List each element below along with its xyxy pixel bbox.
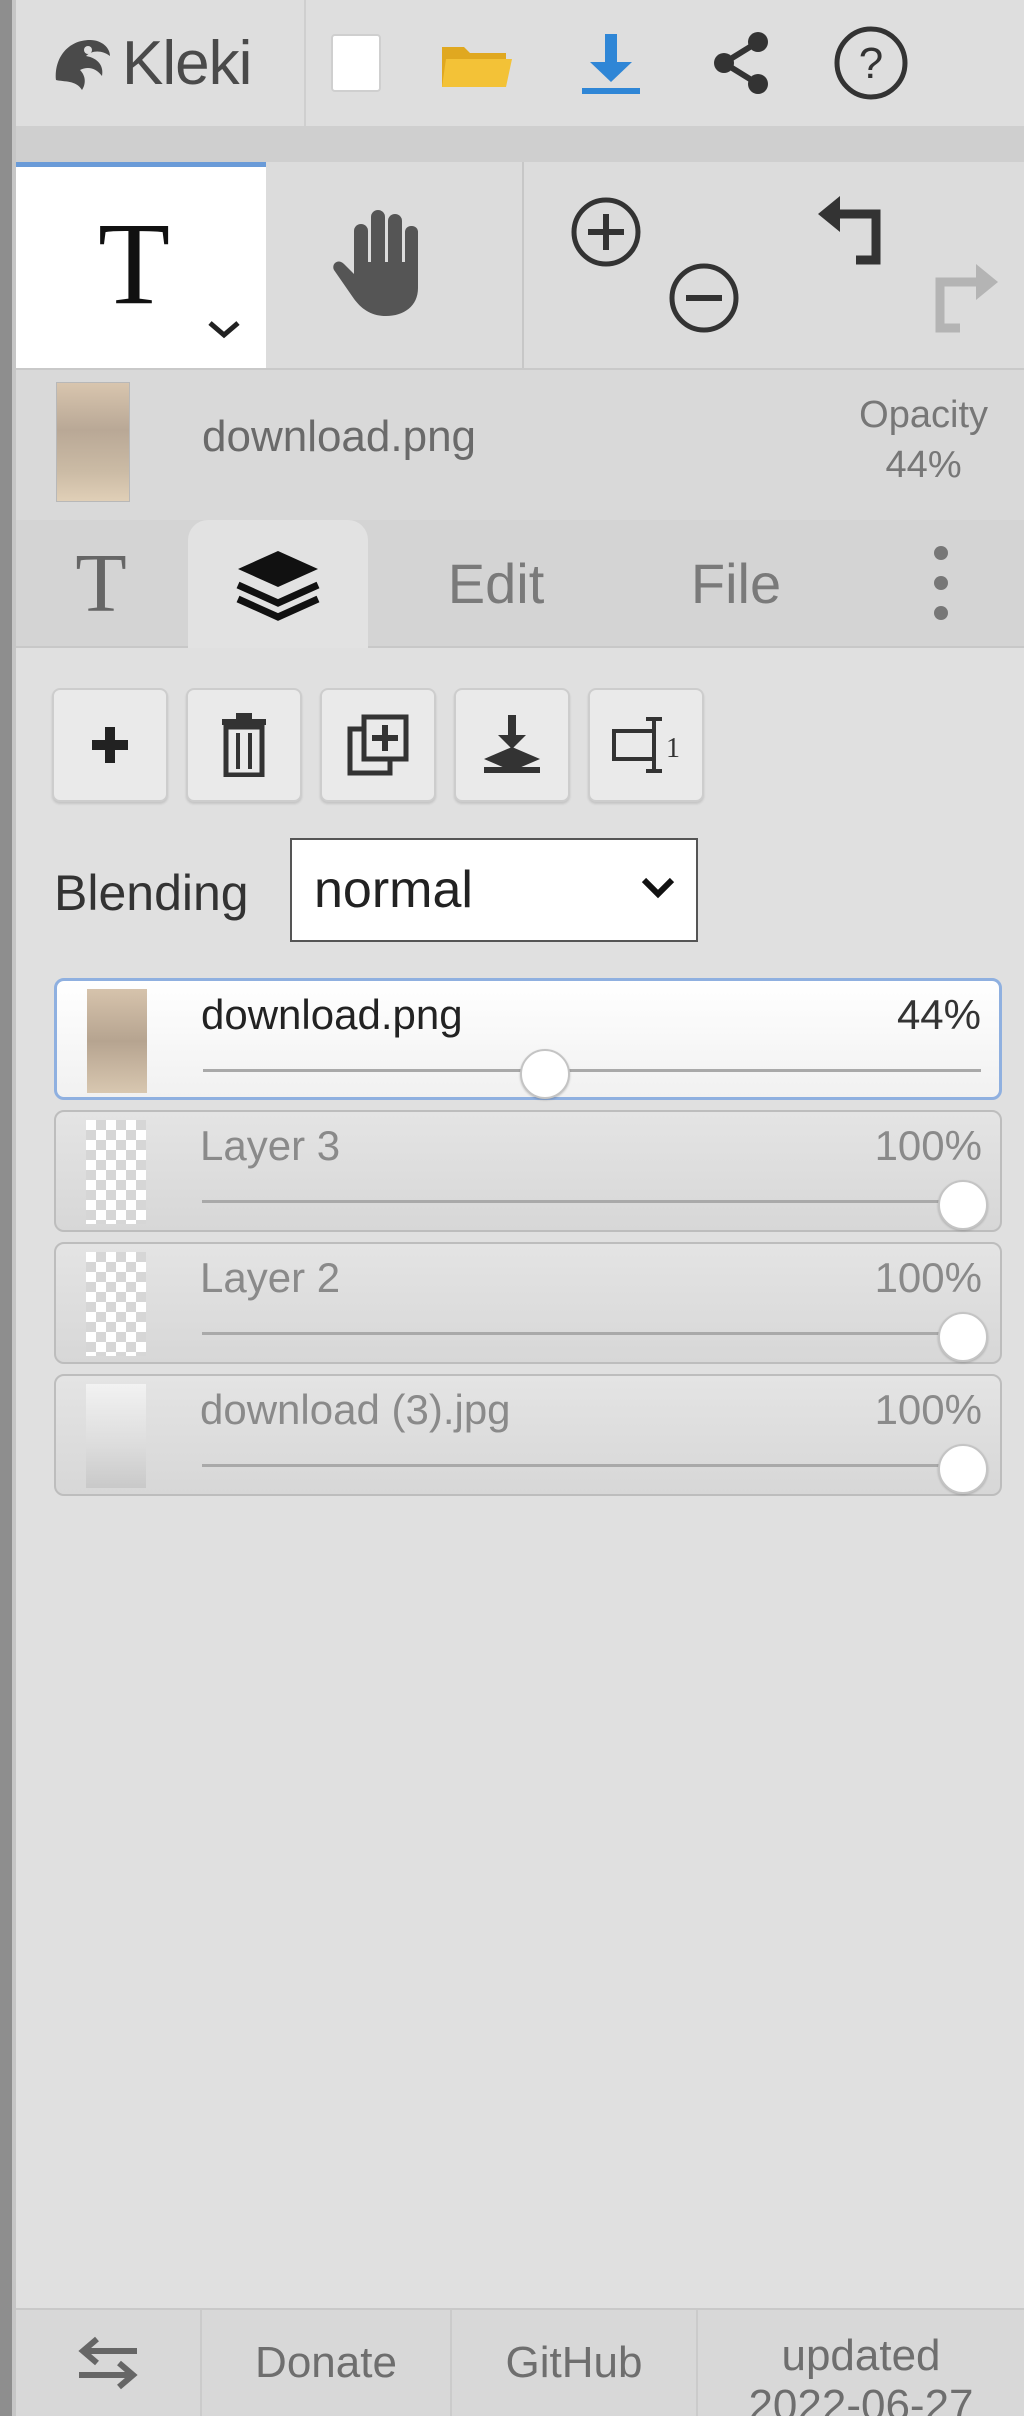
tab-edit[interactable]: Edit [396,520,596,646]
tab-text[interactable]: T [16,520,186,646]
download-icon [582,34,640,94]
opacity-label: Opacity [859,394,988,436]
layer-opacity-value: 100% [874,1122,982,1169]
chevron-down-icon [641,877,675,899]
layer-thumbnail [86,1384,146,1488]
text-tool-icon: T [98,198,171,329]
plus-icon [92,727,128,763]
current-layer-opacity: Opacity 44% [859,390,988,490]
svg-text:?: ? [859,39,883,88]
layers-panel: 1 Blending normal download.png 44% Layer 3… [16,648,1024,2310]
layer-thumbnail [87,989,147,1093]
share-icon [714,32,768,94]
slider-knob[interactable] [938,1444,988,1494]
more-options-button[interactable] [896,520,986,646]
help-button[interactable]: ? [806,0,936,126]
layer-row[interactable]: Layer 2 100% [54,1242,1002,1364]
layer-name: Layer 2 [200,1254,341,1301]
svg-text:1: 1 [666,733,680,764]
layer-row[interactable]: download (3).jpg 100% [54,1374,1002,1496]
layer-thumbnail [86,1120,146,1224]
swap-arrows-icon [78,2336,138,2390]
rename-icon: 1 [612,717,680,773]
layer-list: download.png 44% Layer 3 100% Layer 2 100% dow… [54,978,1002,1506]
share-button[interactable] [676,0,806,126]
opacity-value: 44% [885,444,962,486]
blending-value: normal [314,861,473,919]
layer-thumbnail [86,1252,146,1356]
layer-actions: 1 [52,688,704,802]
current-layer-info: download.png Opacity 44% [16,370,1024,520]
chevron-down-icon[interactable] [206,317,242,341]
duplicate-layer-button[interactable] [320,688,436,802]
updated-info[interactable]: updated 2022-06-27 [698,2310,1024,2416]
blending-select[interactable]: normal [290,838,698,942]
slider-knob[interactable] [520,1049,571,1099]
folder-icon [442,47,512,87]
layer-name: Layer 3 [200,1122,341,1169]
undo-icon[interactable] [816,190,900,270]
layer-opacity-value: 44% [896,991,981,1038]
tab-file[interactable]: File [636,520,836,646]
layers-icon [236,551,320,621]
updated-date: 2022-06-27 [748,2381,974,2416]
layer-row[interactable]: download.png 44% [54,978,1002,1100]
hand-icon[interactable] [326,202,436,322]
layer-name: download.png [201,991,463,1038]
zoom-in-icon[interactable] [566,192,646,272]
open-image-button[interactable] [406,0,546,126]
layer-opacity-slider[interactable] [202,1200,982,1203]
help-icon: ? [834,26,908,100]
current-layer-thumbnail [56,382,130,502]
blending-label: Blending [54,865,249,921]
add-layer-button[interactable] [52,688,168,802]
duplicate-icon [347,714,409,776]
delete-layer-button[interactable] [186,688,302,802]
new-file-icon [331,34,381,92]
trash-icon [222,713,266,777]
rename-layer-button[interactable]: 1 [588,688,704,802]
tool-row: T [16,162,1024,370]
text-tool-button[interactable]: T [16,162,266,368]
slider-knob[interactable] [938,1180,988,1230]
updated-label: updated [781,2331,941,2380]
panel-tabs: T Edit File [16,520,1024,650]
zoom-out-icon[interactable] [664,258,744,338]
merge-layer-button[interactable] [454,688,570,802]
vertical-dots-icon [934,546,948,620]
side-panel: Kleki ? T download.png Opacity 44% T Edi… [16,0,1024,2416]
save-button[interactable] [546,0,676,126]
swap-side-button[interactable] [16,2310,202,2416]
donate-link[interactable]: Donate [202,2310,452,2416]
github-link[interactable]: GitHub [452,2310,698,2416]
kleki-logo-icon [55,40,110,90]
slider-knob[interactable] [938,1312,988,1362]
layer-opacity-slider[interactable] [203,1069,981,1072]
layer-opacity-slider[interactable] [202,1332,982,1335]
new-image-button[interactable] [306,0,406,126]
top-bar: Kleki ? [16,0,1024,126]
kleki-logo[interactable]: Kleki [16,0,306,126]
toolbar-separator [16,126,1024,162]
current-layer-name: download.png [202,412,477,461]
tool-divider [522,162,524,368]
merge-down-icon [484,715,540,773]
layer-name: download (3).jpg [200,1386,511,1433]
left-edge [0,0,16,2416]
layer-row[interactable]: Layer 3 100% [54,1110,1002,1232]
layer-opacity-value: 100% [874,1254,982,1301]
tab-layers[interactable] [188,520,368,650]
layer-opacity-value: 100% [874,1386,982,1433]
layer-opacity-slider[interactable] [202,1464,982,1467]
redo-icon[interactable] [916,258,1000,338]
footer-bar: Donate GitHub updated 2022-06-27 [16,2308,1024,2416]
logo-text: Kleki [122,28,252,98]
